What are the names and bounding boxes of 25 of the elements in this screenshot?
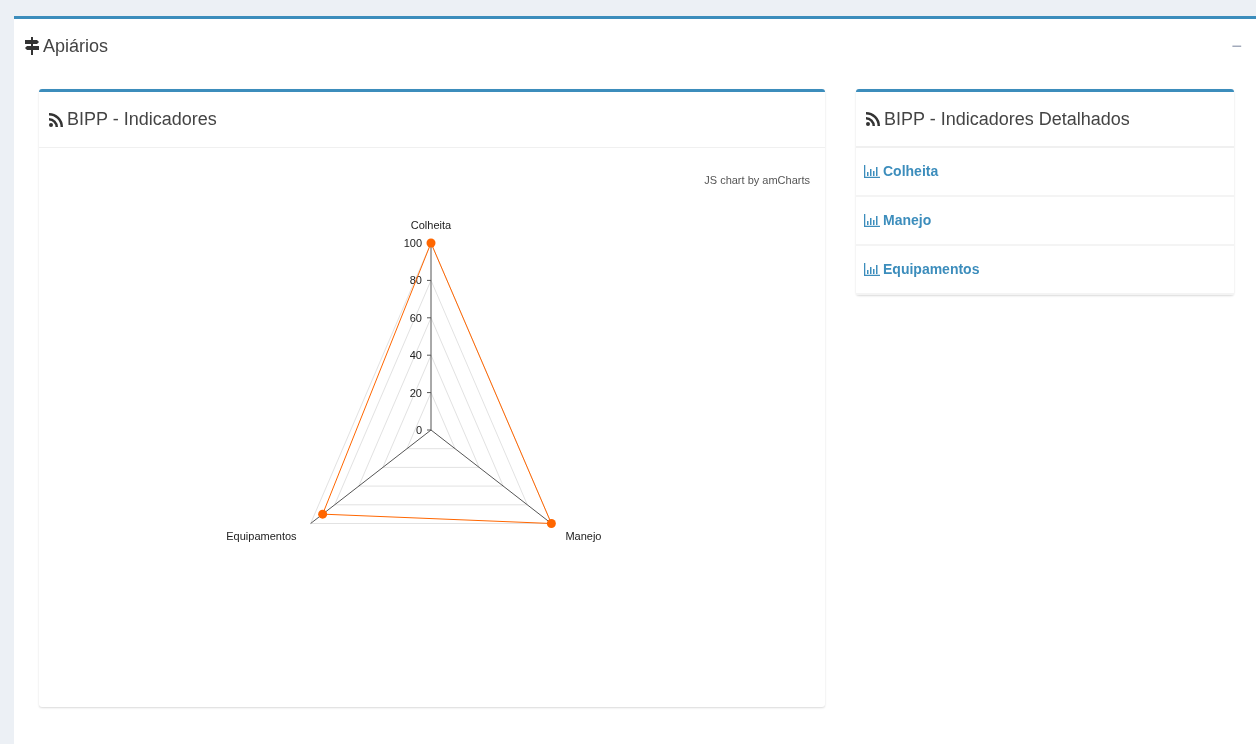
tick-label: 20 — [409, 386, 422, 399]
axis-label: Colheita — [410, 219, 452, 231]
axis-label: Manejo — [565, 529, 602, 542]
bar-chart-icon — [864, 165, 880, 178]
chart-credit[interactable]: JS chart by amCharts — [704, 172, 810, 189]
panel-title: BIPP - Indicadores — [67, 108, 217, 131]
signpost-icon — [24, 37, 40, 55]
rss-icon — [866, 112, 880, 126]
axis-label: Equipamentos — [226, 529, 297, 542]
bar-chart-icon — [864, 214, 880, 227]
tick-label: 0 — [415, 424, 422, 436]
detail-link[interactable]: Equipamentos — [864, 259, 980, 280]
collapse-button[interactable]: − — [1231, 32, 1242, 60]
tick-label: 60 — [409, 311, 422, 324]
bar-chart-icon — [864, 263, 880, 276]
detail-link[interactable]: Manejo — [864, 210, 932, 231]
data-point — [546, 519, 556, 528]
detail-link[interactable]: Colheita — [864, 161, 939, 182]
data-point — [426, 238, 436, 248]
rss-icon — [49, 112, 63, 127]
tick-label: 40 — [409, 349, 422, 362]
panel-title: BIPP - Indicadores Detalhados — [884, 107, 1130, 131]
box-title: Apiários — [43, 34, 109, 58]
tick-label: 100 — [403, 237, 422, 249]
data-point — [318, 509, 328, 519]
